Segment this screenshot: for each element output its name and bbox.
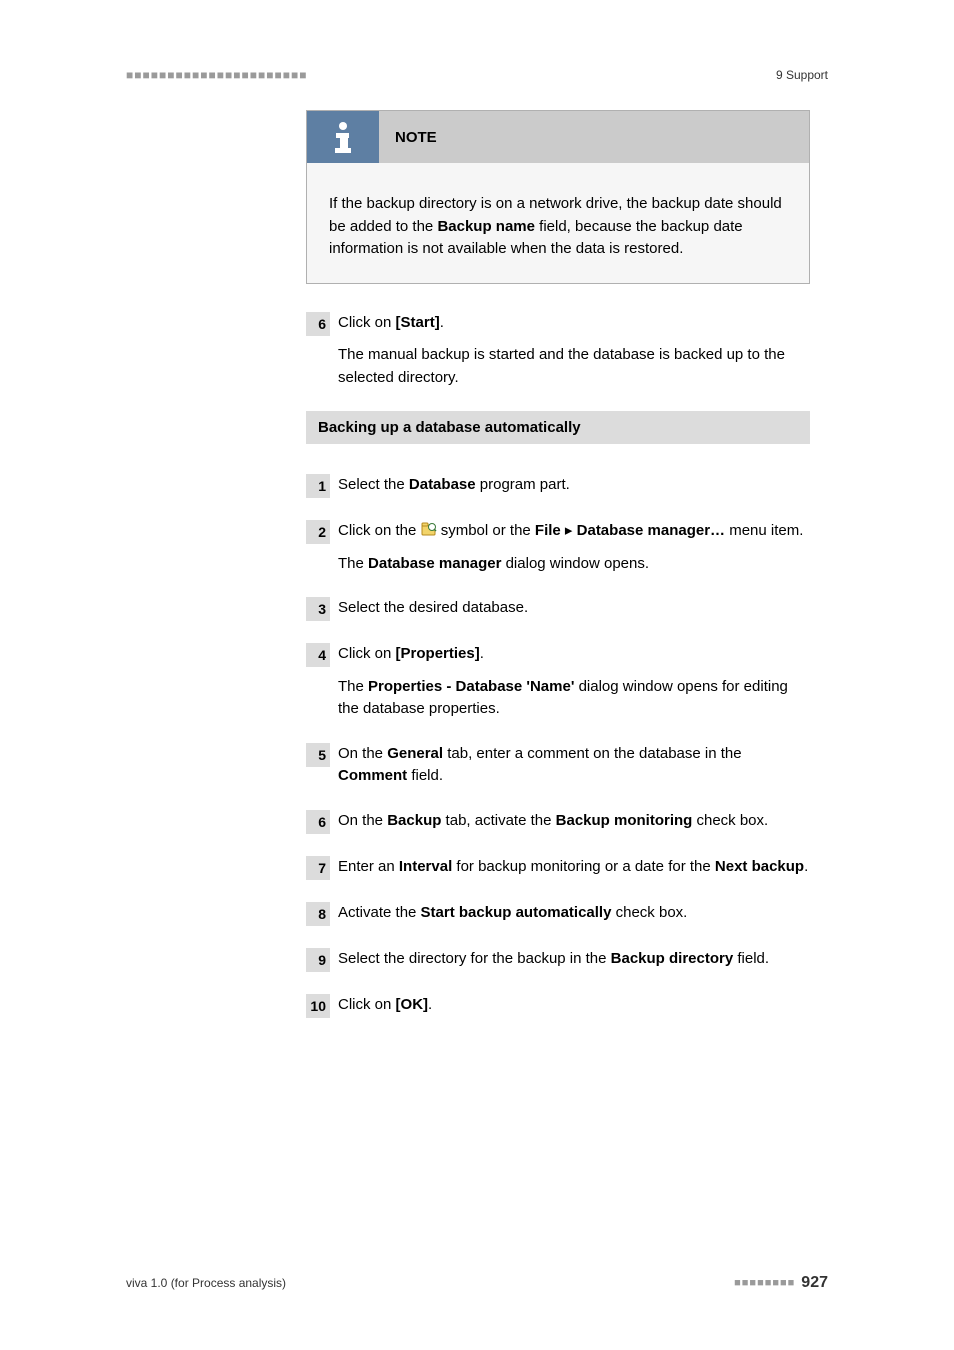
step-number: 9 [306, 948, 330, 972]
step-number: 1 [306, 474, 330, 498]
step-body: Select the directory for the backup in t… [338, 948, 810, 972]
section-heading: Backing up a database automatically [306, 411, 810, 444]
step-body: Activate the Start backup automatically … [338, 902, 810, 926]
step-9: 9 Select the directory for the backup in… [306, 948, 810, 972]
step-2: 2 Click on the symbol or the File ▸ Data… [306, 520, 810, 575]
info-icon [307, 111, 379, 163]
note-header: NOTE [307, 111, 809, 163]
step-body: Click on [OK]. [338, 994, 810, 1018]
note-title: NOTE [395, 129, 437, 146]
step-body: On the General tab, enter a comment on t… [338, 743, 810, 788]
step-body: Select the desired database. [338, 597, 810, 621]
step-body: Click on [Start]. The manual backup is s… [338, 312, 810, 390]
step-body: On the Backup tab, activate the Backup m… [338, 810, 810, 834]
step-body: Click on the symbol or the File ▸ Databa… [338, 520, 810, 575]
note-box: NOTE If the backup directory is on a net… [306, 110, 810, 284]
step-1: 1 Select the Database program part. [306, 474, 810, 498]
step-4: 4 Click on [Properties]. The Properties … [306, 643, 810, 721]
step-3: 3 Select the desired database. [306, 597, 810, 621]
footer-left: viva 1.0 (for Process analysis) [126, 1276, 286, 1290]
page-footer: viva 1.0 (for Process analysis) ■■■■■■■■… [126, 1274, 828, 1292]
database-icon [421, 521, 437, 535]
page-number: 927 [801, 1274, 828, 1292]
step-body: Select the Database program part. [338, 474, 810, 498]
content-area: NOTE If the backup directory is on a net… [306, 110, 810, 1040]
step-10: 10 Click on [OK]. [306, 994, 810, 1018]
footer-right: ■■■■■■■■ 927 [734, 1274, 828, 1292]
step-number: 2 [306, 520, 330, 544]
header-marks: ■■■■■■■■■■■■■■■■■■■■■■ [126, 68, 307, 82]
step-number: 10 [306, 994, 330, 1018]
note-body: If the backup directory is on a network … [307, 193, 809, 283]
step-8: 8 Activate the Start backup automaticall… [306, 902, 810, 926]
step-number: 8 [306, 902, 330, 926]
step-body: Click on [Properties]. The Properties - … [338, 643, 810, 721]
footer-marks: ■■■■■■■■ [734, 1277, 795, 1289]
page-header: ■■■■■■■■■■■■■■■■■■■■■■ 9 Support [126, 68, 828, 82]
step-number: 3 [306, 597, 330, 621]
step-number: 5 [306, 743, 330, 767]
note-title-bar: NOTE [379, 111, 809, 163]
step-6: 6 On the Backup tab, activate the Backup… [306, 810, 810, 834]
step-body: Enter an Interval for backup monitoring … [338, 856, 810, 880]
step-number: 7 [306, 856, 330, 880]
step-7: 7 Enter an Interval for backup monitorin… [306, 856, 810, 880]
step-5: 5 On the General tab, enter a comment on… [306, 743, 810, 788]
step-number: 6 [306, 810, 330, 834]
header-section: 9 Support [776, 68, 828, 82]
step-number: 4 [306, 643, 330, 667]
step-number: 6 [306, 312, 330, 336]
step-6-start: 6 Click on [Start]. The manual backup is… [306, 312, 810, 390]
